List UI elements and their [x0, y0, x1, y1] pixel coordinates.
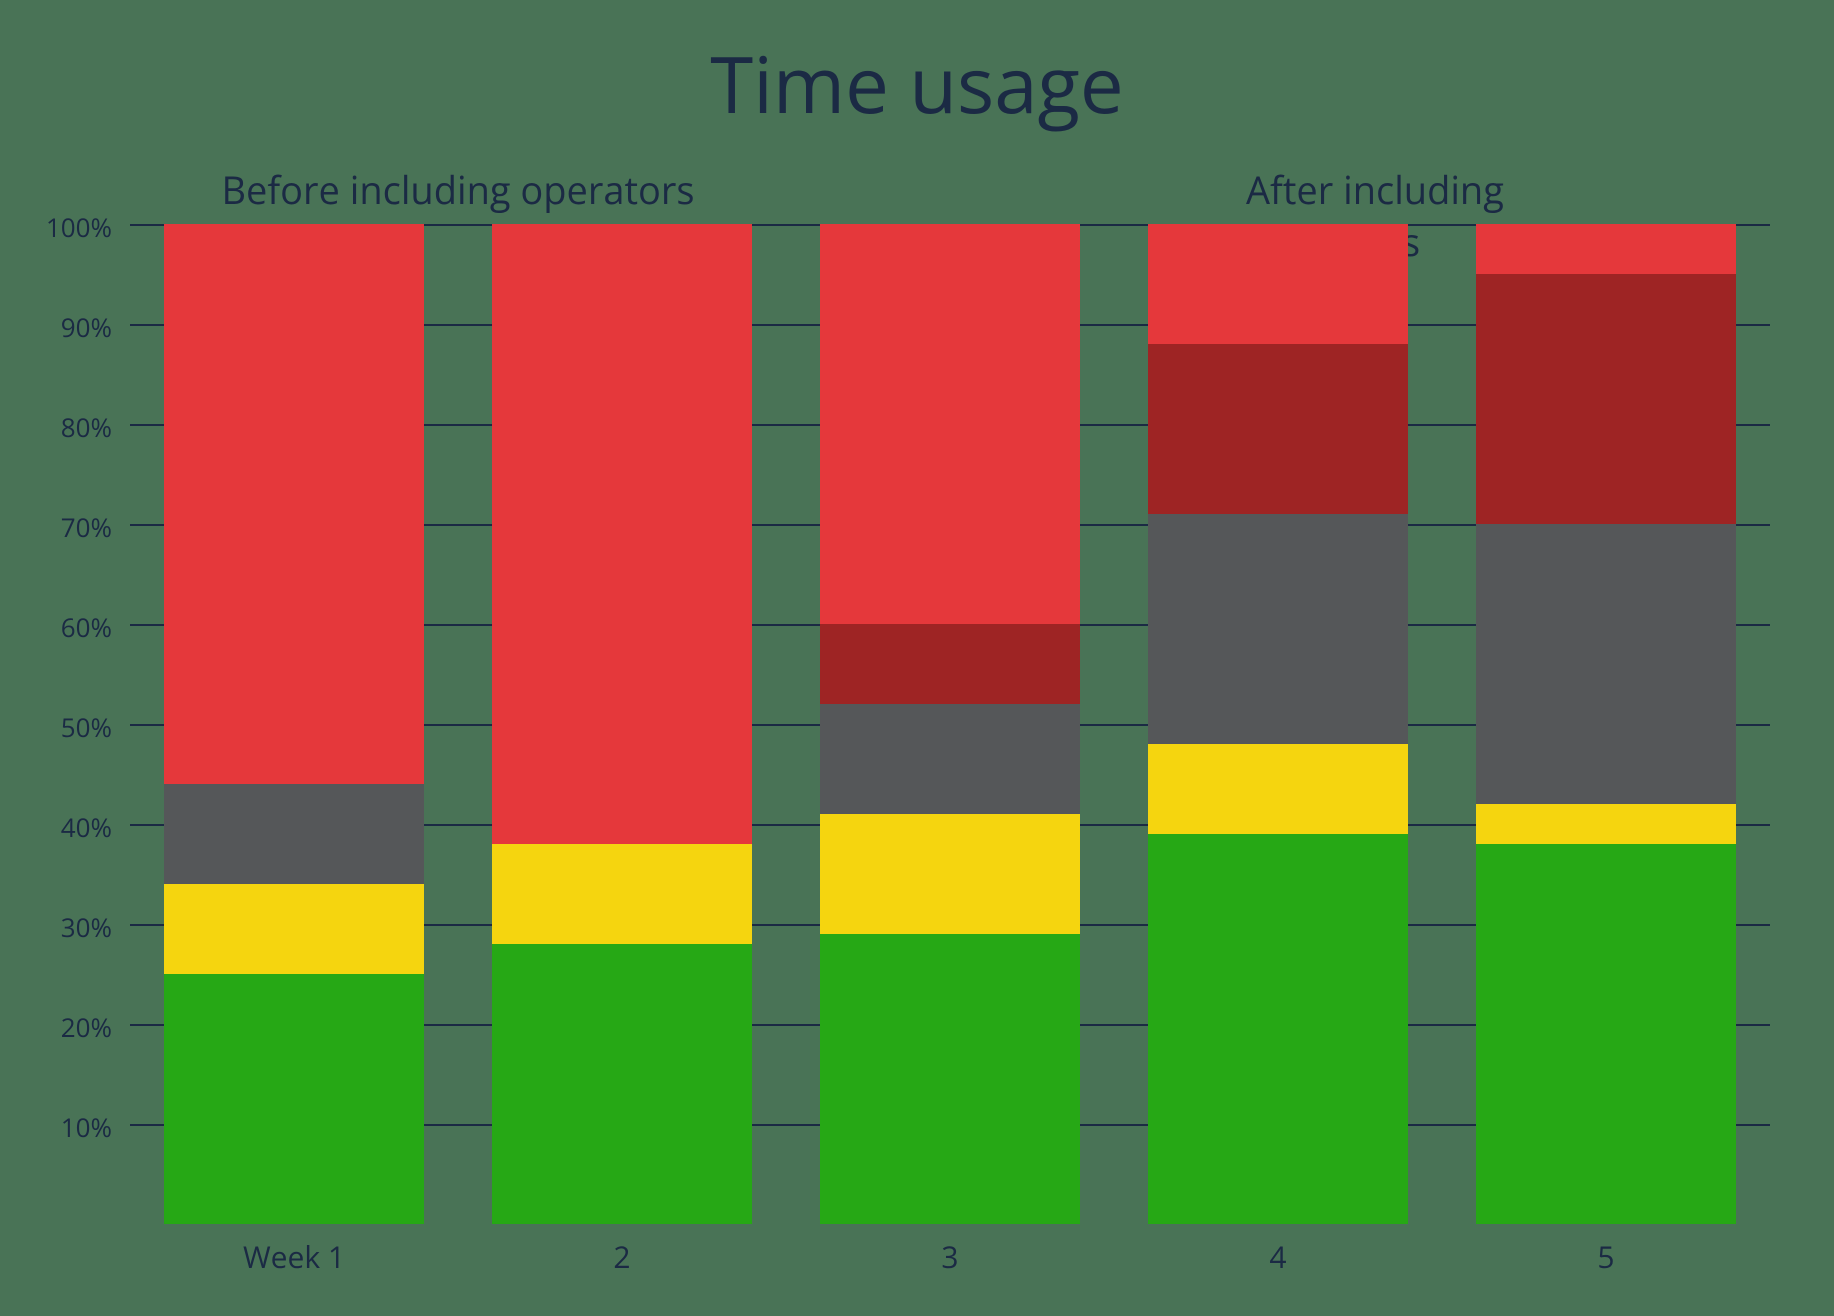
x-tick-label: Week 1: [243, 1236, 345, 1277]
x-tick-label: 3: [941, 1236, 958, 1277]
segment-bright_red: [1476, 224, 1736, 274]
y-tick-label: 90%: [12, 309, 112, 345]
segment-dark_red: [1148, 344, 1408, 514]
segment-grey: [1148, 514, 1408, 744]
segment-green: [1476, 844, 1736, 1224]
plot-area: [130, 224, 1770, 1224]
bar-3: [820, 224, 1080, 1224]
y-tick-label: 10%: [12, 1109, 112, 1145]
segment-dark_red: [1476, 274, 1736, 524]
segment-grey: [1476, 524, 1736, 804]
segment-green: [164, 974, 424, 1224]
segment-green: [820, 934, 1080, 1224]
segment-grey: [164, 784, 424, 884]
segment-yellow: [1476, 804, 1736, 844]
subtitle-left: Before including operators: [221, 164, 694, 216]
y-tick-label: 30%: [12, 909, 112, 945]
y-tick-label: 40%: [12, 809, 112, 845]
segment-grey: [820, 704, 1080, 814]
segment-bright_red: [492, 224, 752, 844]
segment-green: [492, 944, 752, 1224]
y-tick-label: 50%: [12, 709, 112, 745]
segment-green: [1148, 834, 1408, 1224]
chart-stage: Time usage Before including operators Af…: [0, 0, 1834, 1316]
bar-2: [492, 224, 752, 1224]
x-tick-label: 5: [1597, 1236, 1614, 1277]
y-tick-label: 20%: [12, 1009, 112, 1045]
segment-dark_red: [820, 624, 1080, 704]
x-tick-label: 4: [1269, 1236, 1286, 1277]
x-tick-label: 2: [613, 1236, 630, 1277]
segment-bright_red: [820, 224, 1080, 624]
y-tick-label: 100%: [12, 209, 112, 245]
segment-yellow: [820, 814, 1080, 934]
segment-yellow: [492, 844, 752, 944]
bar-5: [1476, 224, 1736, 1224]
segment-yellow: [164, 884, 424, 974]
y-tick-label: 80%: [12, 409, 112, 445]
chart-title: Time usage: [0, 30, 1834, 136]
y-tick-label: 70%: [12, 509, 112, 545]
y-tick-label: 60%: [12, 609, 112, 645]
bar-4: [1148, 224, 1408, 1224]
bar-1: [164, 224, 424, 1224]
segment-bright_red: [1148, 224, 1408, 344]
segment-bright_red: [164, 224, 424, 784]
segment-yellow: [1148, 744, 1408, 834]
